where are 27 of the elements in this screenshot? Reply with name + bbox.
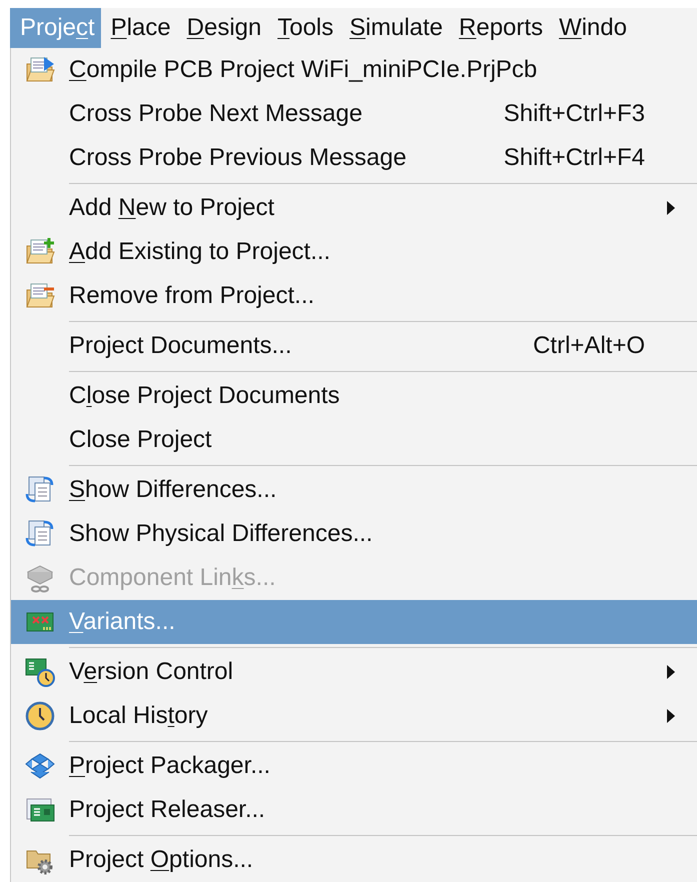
menu-item[interactable]: Add Existing to Project... <box>11 230 697 274</box>
clock-icon <box>24 700 56 732</box>
menu-item[interactable]: Project Options... <box>11 838 697 882</box>
menu-bar-item[interactable]: Tools <box>267 8 340 48</box>
shortcut-label: Shift+Ctrl+F3 <box>504 100 645 128</box>
menu-item[interactable]: Add New to Project <box>11 186 697 230</box>
menu-bar-item[interactable]: Design <box>176 8 268 48</box>
menu-bar-item[interactable]: Simulate <box>340 8 449 48</box>
menu-bar-item[interactable]: Reports <box>448 8 549 48</box>
board-clock-icon <box>24 656 56 688</box>
menu-item[interactable]: Project Documents... Ctrl+Alt+O <box>11 324 697 368</box>
menu-item[interactable]: Remove from Project... <box>11 274 697 318</box>
menu-bar-item[interactable]: Windo <box>548 8 633 48</box>
menu-item[interactable]: Local History <box>11 694 697 738</box>
shortcut-label: Shift+Ctrl+F4 <box>504 144 645 172</box>
menu-item[interactable]: Show Differences... <box>11 468 697 512</box>
menu-item[interactable]: Project Releaser... <box>11 788 697 832</box>
menu-item[interactable]: Compile PCB Project WiFi_miniPCIe.PrjPcb <box>11 48 697 92</box>
menu-item[interactable]: Show Physical Differences... <box>11 512 697 556</box>
shortcut-label: Ctrl+Alt+O <box>532 332 645 360</box>
menu-item[interactable]: Cross Probe Next Message Shift+Ctrl+F3 <box>11 92 697 136</box>
menu-bar-item[interactable]: Place <box>100 8 177 48</box>
menu-item[interactable]: Cross Probe Previous Message Shift+Ctrl+F4 <box>11 136 697 180</box>
menu-item[interactable]: Project Packager... <box>11 744 697 788</box>
menu-item[interactable]: Close Project Documents <box>11 374 697 418</box>
menu-item[interactable]: Close Project <box>11 418 697 462</box>
menu-item[interactable]: Version Control <box>11 650 697 694</box>
